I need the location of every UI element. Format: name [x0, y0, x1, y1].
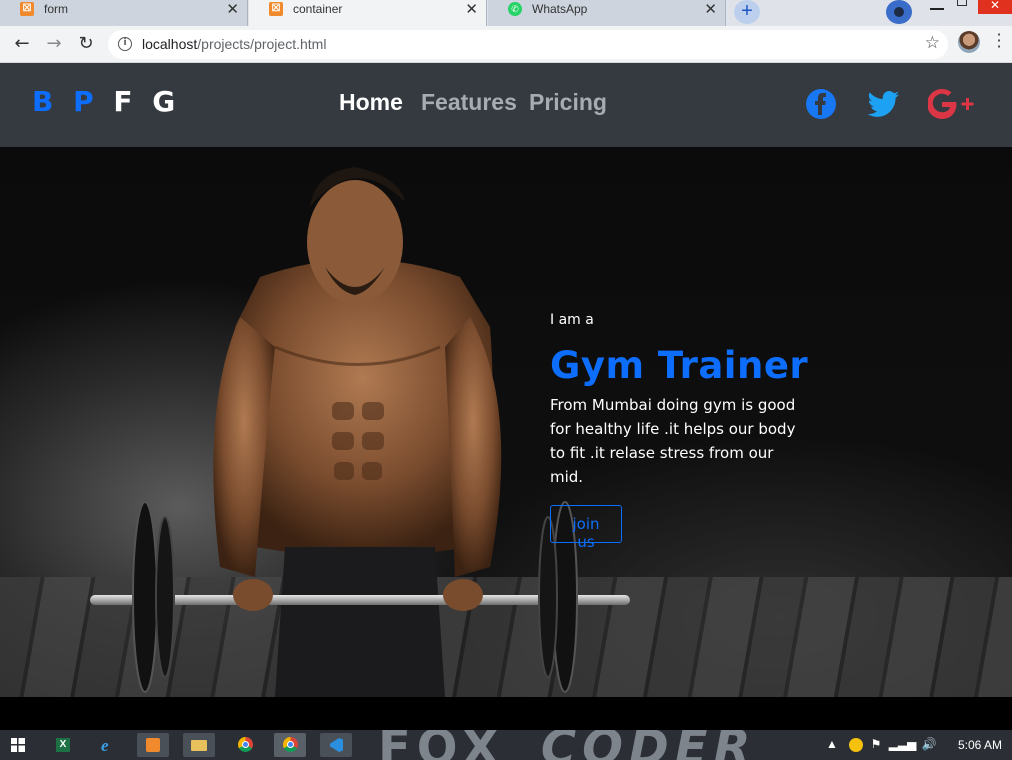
url-text[interactable]: localhost/projects/project.html — [142, 36, 326, 52]
excel-icon[interactable]: X — [46, 733, 78, 757]
new-tab-button[interactable]: + — [734, 0, 760, 24]
facebook-icon[interactable] — [805, 88, 837, 120]
address-bar[interactable]: i localhost/projects/project.html ☆ — [108, 30, 948, 59]
close-window-button[interactable]: ✕ — [978, 0, 1012, 14]
hero-description: From Mumbai doing gym is good for health… — [550, 396, 796, 486]
forward-arrow-icon[interactable]: → — [42, 32, 66, 56]
wifi-signal-icon[interactable]: ▂▃▅ — [889, 737, 917, 751]
xampp-icon[interactable] — [137, 733, 169, 757]
chrome-icon[interactable] — [229, 733, 261, 757]
chrome-icon[interactable] — [274, 733, 306, 757]
file-explorer-icon[interactable] — [183, 733, 215, 757]
nav-link-pricing[interactable]: Pricing — [529, 89, 607, 116]
close-tab-icon[interactable]: ✕ — [465, 0, 478, 19]
browser-tab-container[interactable]: ☒ container ✕ — [249, 0, 487, 26]
internet-explorer-icon[interactable]: e — [92, 733, 124, 757]
system-tray[interactable]: ▲ ⚑ ▂▃▅ 🔊 — [826, 737, 937, 752]
info-icon[interactable]: i — [118, 37, 132, 51]
tab-title: WhatsApp — [532, 2, 588, 16]
volume-icon[interactable]: 🔊 — [922, 737, 937, 751]
back-arrow-icon[interactable]: ← — [10, 32, 34, 56]
reload-icon[interactable]: ↻ — [74, 32, 98, 56]
brand-letter: G — [152, 85, 181, 118]
browser-tab-form[interactable]: ☒ form ✕ — [0, 0, 248, 26]
close-tab-icon[interactable]: ✕ — [226, 0, 239, 19]
tab-title: form — [44, 2, 68, 16]
xampp-icon: ☒ — [20, 2, 34, 16]
brand-logo[interactable]: B P F G — [32, 85, 180, 118]
tab-title: container — [293, 2, 343, 16]
brand-letter: P — [73, 85, 99, 118]
twitter-icon[interactable] — [866, 88, 900, 120]
brand-letter: B — [32, 85, 59, 118]
fox-coder-watermark: FOX CODER — [378, 730, 757, 760]
google-plus-icon[interactable] — [928, 88, 976, 120]
whatsapp-icon: ✆ — [508, 2, 522, 16]
site-navbar: B P F G Home Features Pricing — [0, 63, 1012, 147]
maximize-window-icon[interactable] — [957, 0, 967, 6]
join-us-button[interactable]: join us — [550, 505, 622, 551]
browser-tab-whatsapp[interactable]: ✆ WhatsApp ✕ — [488, 0, 726, 26]
hero-intro: I am a — [550, 312, 594, 328]
browser-toolbar: ← → ↻ i localhost/projects/project.html … — [0, 26, 1012, 63]
page-below-hero — [0, 697, 1012, 730]
tab-search-icon[interactable] — [886, 0, 912, 24]
close-tab-icon[interactable]: ✕ — [704, 0, 717, 19]
nav-link-features[interactable]: Features — [421, 89, 517, 116]
minimize-window-icon[interactable] — [930, 0, 944, 10]
bookmark-star-icon[interactable]: ☆ — [925, 33, 940, 53]
browser-tab-strip: ☒ form ✕ ☒ container ✕ ✆ WhatsApp ✕ + ✕ — [0, 0, 1012, 26]
hero-content: I am a Gym Trainer From Mumbai doing gym… — [550, 312, 840, 551]
brand-letter: F — [113, 85, 138, 118]
action-center-flag-icon[interactable]: ⚑ — [871, 737, 882, 751]
hero-title: Gym Trainer — [550, 344, 809, 387]
vscode-icon[interactable] — [320, 733, 352, 757]
windows-start-icon[interactable] — [11, 738, 25, 752]
nav-link-home[interactable]: Home — [339, 89, 403, 116]
taskbar-clock[interactable]: 5:06 AM — [958, 738, 1002, 752]
browser-menu-icon[interactable]: · · · — [996, 27, 1002, 55]
network-status-icon[interactable] — [849, 737, 864, 752]
profile-avatar[interactable] — [958, 31, 980, 53]
show-hidden-icons[interactable]: ▲ — [826, 737, 838, 751]
xampp-icon: ☒ — [269, 2, 283, 16]
hero-section: I am a Gym Trainer From Mumbai doing gym… — [0, 147, 1012, 697]
